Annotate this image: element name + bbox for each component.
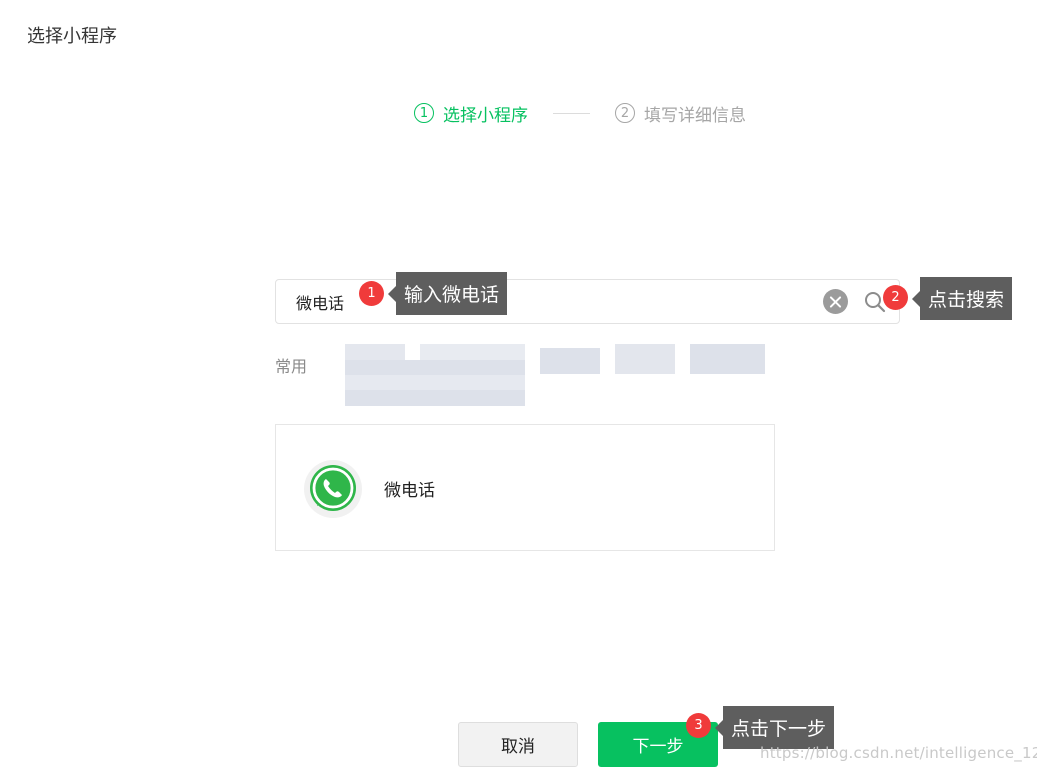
annotation-tooltip-3: 点击下一步 [714,706,835,749]
annotation-badge-1: 1 [359,281,384,306]
phone-handset-icon [304,460,362,518]
result-card[interactable]: 微电话 [275,424,775,551]
cancel-button[interactable]: 取消 [458,722,578,767]
step-1-number: 1 [414,103,434,123]
annotation-tooltip-2: 点击搜索 [911,277,1013,320]
step-2: 2 填写详细信息 [615,101,746,126]
step-2-number: 2 [615,103,635,123]
watermark: https://blog.csdn.net/intelligence_123 [760,744,1037,762]
recent-items-blurred[interactable] [345,344,775,406]
step-indicator: 1 选择小程序 2 填写详细信息 [414,100,746,126]
step-2-label: 填写详细信息 [644,105,746,126]
clear-icon[interactable] [823,289,848,314]
step-1: 1 选择小程序 [414,101,528,126]
dialog-title: 选择小程序 [27,26,117,47]
step-divider [553,112,590,114]
recent-label: 常用 [275,357,308,376]
step-1-label: 选择小程序 [443,105,528,126]
annotation-badge-3: 3 [686,713,711,738]
annotation-badge-2: 2 [883,285,908,310]
result-app-name: 微电话 [384,481,435,501]
annotation-tooltip-1: 输入微电话 [387,272,508,315]
